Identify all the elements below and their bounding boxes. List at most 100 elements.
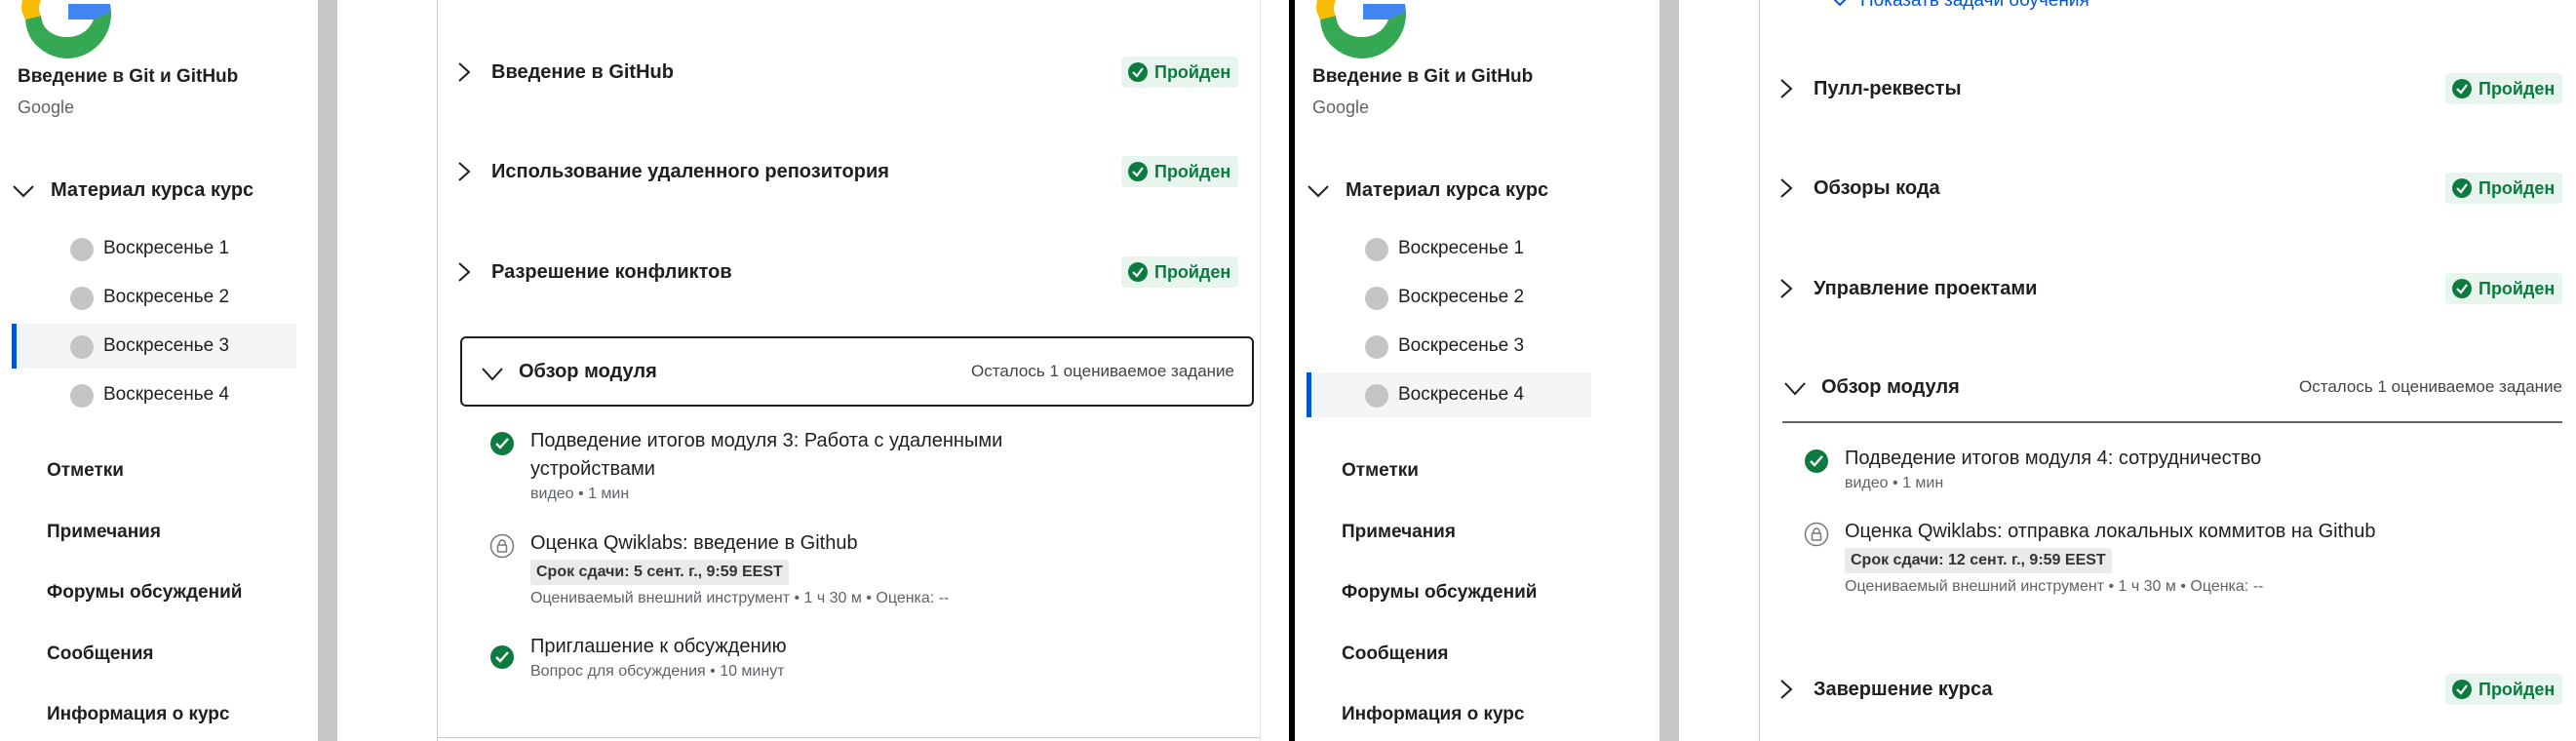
badge-label: Пройден <box>2478 278 2556 298</box>
passed-badge: Пройден <box>1121 156 1239 187</box>
chevron-down-icon <box>1833 0 1847 7</box>
lesson-title: Разрешение конфликтов <box>491 260 732 283</box>
nav-messages[interactable]: Сообщения <box>47 644 154 665</box>
badge-label: Пройден <box>1154 61 1231 82</box>
check-circle-icon <box>2452 79 2472 98</box>
passed-badge: Пройден <box>2445 173 2563 204</box>
scrollbar-track[interactable] <box>1659 0 1679 741</box>
item-meta: Оцениваемый внешний инструмент • 1 ч 30 … <box>1845 578 2264 595</box>
lesson-title: Пулл-реквесты <box>1814 77 1962 99</box>
week-label: Воскресенье 4 <box>1398 384 1525 405</box>
module-item[interactable]: Оценка Qwiklabs: отправка локальных комм… <box>1804 518 2506 600</box>
sidebar-week-3[interactable]: Воскресенье 3 <box>12 324 296 369</box>
progress-circle-icon <box>70 238 94 261</box>
divider <box>1260 0 1261 741</box>
lesson-title: Завершение курса <box>1814 678 1993 700</box>
course-title[interactable]: Введение в Git и GitHub <box>18 66 238 88</box>
google-logo-icon <box>1315 0 1407 58</box>
module-review-toggle[interactable]: Обзор модуля Осталось 1 оцениваемое зада… <box>1782 353 2562 423</box>
item-meta: Вопрос для обсуждения • 10 минут <box>530 663 785 680</box>
nav-forums[interactable]: Форумы обсуждений <box>1342 582 1537 604</box>
item-title: Подведение итогов модуля 4: сотрудничест… <box>1845 448 2262 469</box>
scrollbar-track[interactable] <box>318 0 337 741</box>
week-label: Воскресенье 4 <box>103 384 230 405</box>
lesson-row[interactable]: Пулл-реквесты Пройден <box>1759 59 2563 118</box>
sidebar-week-2[interactable]: Воскресенье 2 <box>12 275 296 320</box>
right-pane: Введение в Git и GitHub Google Материал … <box>1295 0 2576 741</box>
check-circle-icon <box>2452 680 2472 699</box>
chevron-right-icon <box>458 262 471 282</box>
nav-notes[interactable]: Примечания <box>1342 522 1456 543</box>
lock-icon <box>1804 522 1829 547</box>
show-learning-objectives-link[interactable]: Показать задачи обучения <box>1829 0 2089 12</box>
lock-icon <box>489 533 515 559</box>
badge-label: Пройден <box>2478 78 2556 98</box>
course-material-toggle[interactable]: Материал курса курс <box>1305 176 1548 205</box>
module-item[interactable]: Приглашение к обсуждению Вопрос для обсу… <box>489 633 1172 691</box>
lesson-title: Использование удаленного репозитория <box>491 160 889 182</box>
item-meta: Оцениваемый внешний инструмент • 1 ч 30 … <box>530 590 950 606</box>
progress-circle-icon <box>70 335 94 359</box>
item-meta: видео • 1 мин <box>1845 475 1944 491</box>
lesson-row[interactable]: Использование удаленного репозитория Про… <box>437 142 1260 201</box>
due-date-badge: Срок сдачи: 12 сент. г., 9:59 EEST <box>1845 548 2112 573</box>
nav-grades[interactable]: Отметки <box>1342 460 1419 482</box>
course-org: Google <box>18 98 75 117</box>
progress-circle-icon <box>70 384 94 408</box>
sidebar-week-1[interactable]: Воскресенье 1 <box>1307 226 1591 271</box>
progress-circle-icon <box>1365 287 1388 310</box>
progress-circle-icon <box>1365 335 1388 359</box>
lesson-row[interactable]: Введение в GitHub Пройден <box>437 43 1260 101</box>
sidebar-week-2[interactable]: Воскресенье 2 <box>1307 275 1591 320</box>
remaining-assignments: Осталось 1 оцениваемое задание <box>971 362 1234 380</box>
lesson-row[interactable]: Разрешение конфликтов Пройден <box>437 243 1260 301</box>
module-content: Введение в GitHub Пройден Использование … <box>437 0 1289 741</box>
nav-course-info[interactable]: Информация о курс <box>1342 704 1524 725</box>
check-circle-icon <box>490 645 514 669</box>
course-material-toggle[interactable]: Материал курса курс <box>10 176 254 205</box>
sidebar-week-3[interactable]: Воскресенье 3 <box>1307 324 1591 369</box>
lesson-title: Управление проектами <box>1814 277 2038 299</box>
check-circle-icon <box>1128 262 1148 282</box>
lesson-row[interactable]: Завершение курса Пройден <box>1759 660 2563 719</box>
material-header-label: Материал курса курс <box>1346 178 1549 201</box>
item-title: Подведение итогов модуля 3: Работа с уда… <box>530 430 1003 480</box>
module-content: Показать задачи обучения Пулл-реквесты П… <box>1759 0 2576 741</box>
passed-badge: Пройден <box>2445 273 2563 304</box>
week-label: Воскресенье 3 <box>1398 335 1525 356</box>
remaining-assignments: Осталось 1 оцениваемое задание <box>2299 377 2562 396</box>
nav-messages[interactable]: Сообщения <box>1342 644 1449 665</box>
chevron-right-icon <box>458 62 471 82</box>
lesson-row[interactable]: Обзоры кода Пройден <box>1759 159 2563 217</box>
due-date-badge: Срок сдачи: 5 сент. г., 9:59 EEST <box>530 560 789 585</box>
check-circle-icon <box>2452 279 2472 298</box>
nav-course-info[interactable]: Информация о курс <box>47 704 229 725</box>
progress-circle-icon <box>1365 384 1388 408</box>
module-item[interactable]: Подведение итогов модуля 4: сотрудничест… <box>1804 445 2506 499</box>
nav-forums[interactable]: Форумы обсуждений <box>47 582 242 604</box>
show-tasks-label: Показать задачи обучения <box>1860 0 2089 11</box>
material-header-label: Материал курса курс <box>51 178 254 201</box>
chevron-down-icon <box>13 185 34 198</box>
check-circle-icon <box>1128 62 1148 82</box>
sidebar-week-4[interactable]: Воскресенье 4 <box>12 372 296 417</box>
module-item[interactable]: Оценка Qwiklabs: введение в Github Срок … <box>489 529 1172 609</box>
sidebar-week-1[interactable]: Воскресенье 1 <box>12 226 296 271</box>
chevron-down-icon <box>482 368 503 381</box>
week-label: Воскресенье 2 <box>103 287 230 307</box>
nav-notes[interactable]: Примечания <box>47 522 161 543</box>
module-title: Обзор модуля <box>519 360 657 382</box>
lesson-row[interactable]: Управление проектами Пройден <box>1759 259 2563 318</box>
nav-grades[interactable]: Отметки <box>47 460 124 482</box>
module-item[interactable]: Подведение итогов модуля 3: Работа с уда… <box>489 427 1172 505</box>
chevron-right-icon <box>1780 680 1793 699</box>
week-label: Воскресенье 2 <box>1398 287 1525 307</box>
sidebar-week-4[interactable]: Воскресенье 4 <box>1307 372 1591 417</box>
course-title[interactable]: Введение в Git и GitHub <box>1312 66 1533 88</box>
module-review-toggle[interactable]: Обзор модуля Осталось 1 оцениваемое зада… <box>460 336 1254 407</box>
check-circle-icon <box>1805 449 1828 473</box>
passed-badge: Пройден <box>2445 674 2563 705</box>
badge-label: Пройден <box>1154 161 1231 181</box>
week-label: Воскресенье 1 <box>103 238 230 258</box>
divider <box>437 737 1260 738</box>
